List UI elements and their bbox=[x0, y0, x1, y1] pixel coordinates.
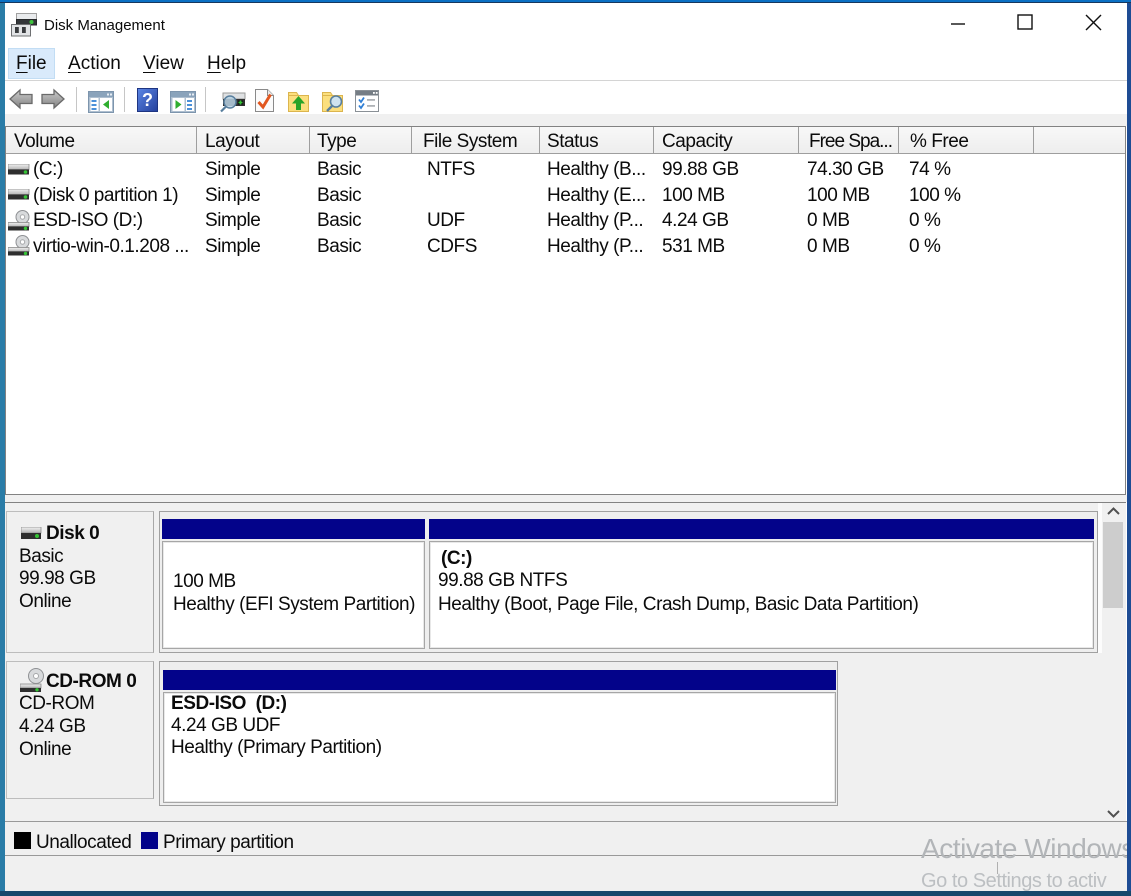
svg-text:?: ? bbox=[142, 90, 153, 110]
